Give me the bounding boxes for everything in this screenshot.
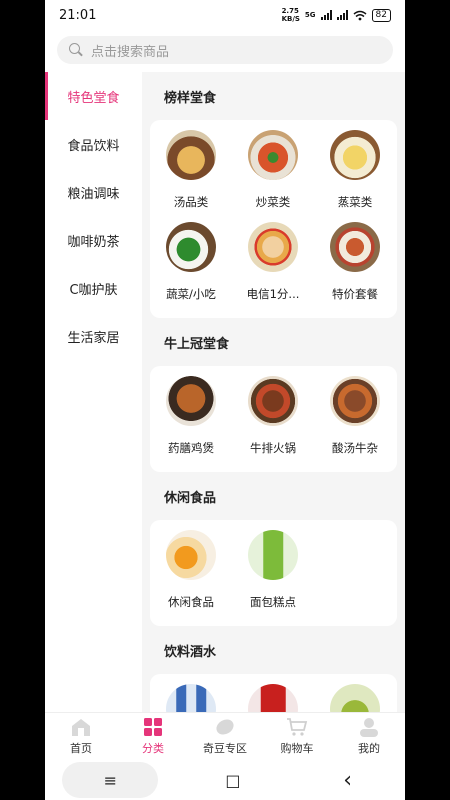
nav-profile[interactable]: 我的	[333, 717, 405, 756]
net-speed-unit: KB/S	[281, 15, 300, 23]
beef-hotpot-image	[248, 376, 298, 426]
signal-icon-2	[336, 10, 348, 20]
vegetable-snack-image	[166, 222, 216, 272]
section-title: 饮料酒水	[164, 644, 217, 660]
category-icon	[144, 718, 162, 736]
category-item[interactable]: 汤品类	[150, 128, 232, 218]
special-combo-image	[330, 222, 380, 272]
bread-pastry-image	[248, 530, 298, 580]
status-bar: 21:01 2.75 KB/S 5G 82	[45, 0, 405, 30]
bottled-water-image	[166, 684, 216, 712]
stir-fry-image	[248, 130, 298, 180]
nav-home[interactable]: 首页	[45, 717, 117, 756]
category-item[interactable]: 蔬菜/小吃	[150, 220, 232, 310]
home-button[interactable]: □	[193, 762, 273, 798]
battery-indicator: 82	[371, 8, 391, 22]
back-icon: ‹	[343, 767, 353, 793]
nav-bean-zone[interactable]: 奇豆专区	[189, 717, 261, 756]
sidebar-item-special-dine[interactable]: 特色堂食	[45, 72, 142, 120]
category-item[interactable]: 面包糕点	[232, 528, 314, 618]
sidebar-item-food-drinks[interactable]: 食品饮料	[45, 120, 142, 168]
sour-beef-soup-image	[330, 376, 380, 426]
category-item[interactable]	[150, 682, 232, 712]
category-card: 药膳鸡煲 牛排火锅 酸汤牛杂	[150, 366, 397, 472]
wifi-icon	[353, 10, 367, 20]
category-item[interactable]: 牛排火锅	[232, 374, 314, 464]
menu-button[interactable]: ≡	[62, 762, 159, 798]
bottom-navigation: 首页 分类 奇豆专区 购物车 我的	[45, 712, 405, 760]
cart-icon	[287, 718, 308, 736]
section-title: 榜样堂食	[164, 90, 217, 106]
back-button[interactable]: ‹	[308, 762, 388, 798]
tea-drink-image	[330, 684, 380, 712]
category-sidebar: 特色堂食 食品饮料 粮油调味 咖啡奶茶 C咖护肤 生活家居	[45, 72, 142, 712]
section-title: 牛上冠堂食	[164, 336, 230, 352]
category-item[interactable]	[314, 682, 396, 712]
sidebar-item-coffee-tea[interactable]: 咖啡奶茶	[45, 216, 142, 264]
category-card: 汤品类 炒菜类 蒸菜类 蔬菜/小吃 电信1分... 特价套餐	[150, 120, 397, 318]
herbal-chicken-pot-image	[166, 376, 216, 426]
category-item[interactable]: 药膳鸡煲	[150, 374, 232, 464]
category-content: 榜样堂食 汤品类 炒菜类 蒸菜类 蔬菜/小吃 电信1分... 特价套餐 牛上冠堂…	[142, 72, 405, 712]
steamed-dish-image	[330, 130, 380, 180]
nav-category[interactable]: 分类	[117, 717, 189, 756]
category-item[interactable]: 炒菜类	[232, 128, 314, 218]
bean-icon	[216, 719, 234, 735]
snack-food-image	[166, 530, 216, 580]
net-type: 5G	[304, 11, 316, 19]
category-item[interactable]: 电信1分...	[232, 220, 314, 310]
nav-cart[interactable]: 购物车	[261, 717, 333, 756]
home-icon	[72, 719, 90, 736]
category-item[interactable]: 休闲食品	[150, 528, 232, 618]
sidebar-item-skincare[interactable]: C咖护肤	[45, 264, 142, 312]
telecom-deal-image	[248, 222, 298, 272]
home-square-icon: □	[225, 770, 241, 790]
liquor-box-image	[248, 684, 298, 712]
user-icon	[360, 718, 378, 737]
search-placeholder: 点击搜索商品	[91, 44, 170, 60]
category-card: 休闲食品 面包糕点	[150, 520, 397, 626]
app-screen: 21:01 2.75 KB/S 5G 82 点击搜索商品 特色堂食 食品饮料 粮…	[45, 0, 405, 800]
search-icon	[69, 43, 83, 57]
system-navigation: ≡ □ ‹	[45, 760, 405, 800]
soup-image	[166, 130, 216, 180]
category-card	[150, 674, 397, 712]
net-speed: 2.75	[281, 7, 299, 15]
category-item[interactable]: 蒸菜类	[314, 128, 396, 218]
category-item[interactable]: 特价套餐	[314, 220, 396, 310]
category-item[interactable]	[232, 682, 314, 712]
search-bar[interactable]: 点击搜索商品	[57, 36, 393, 64]
category-item[interactable]: 酸汤牛杂	[314, 374, 396, 464]
status-time: 21:01	[59, 7, 97, 23]
sidebar-item-home-living[interactable]: 生活家居	[45, 312, 142, 360]
menu-icon: ≡	[103, 770, 118, 790]
section-title: 休闲食品	[164, 490, 217, 506]
sidebar-item-grain-oil[interactable]: 粮油调味	[45, 168, 142, 216]
signal-icon	[320, 10, 332, 20]
